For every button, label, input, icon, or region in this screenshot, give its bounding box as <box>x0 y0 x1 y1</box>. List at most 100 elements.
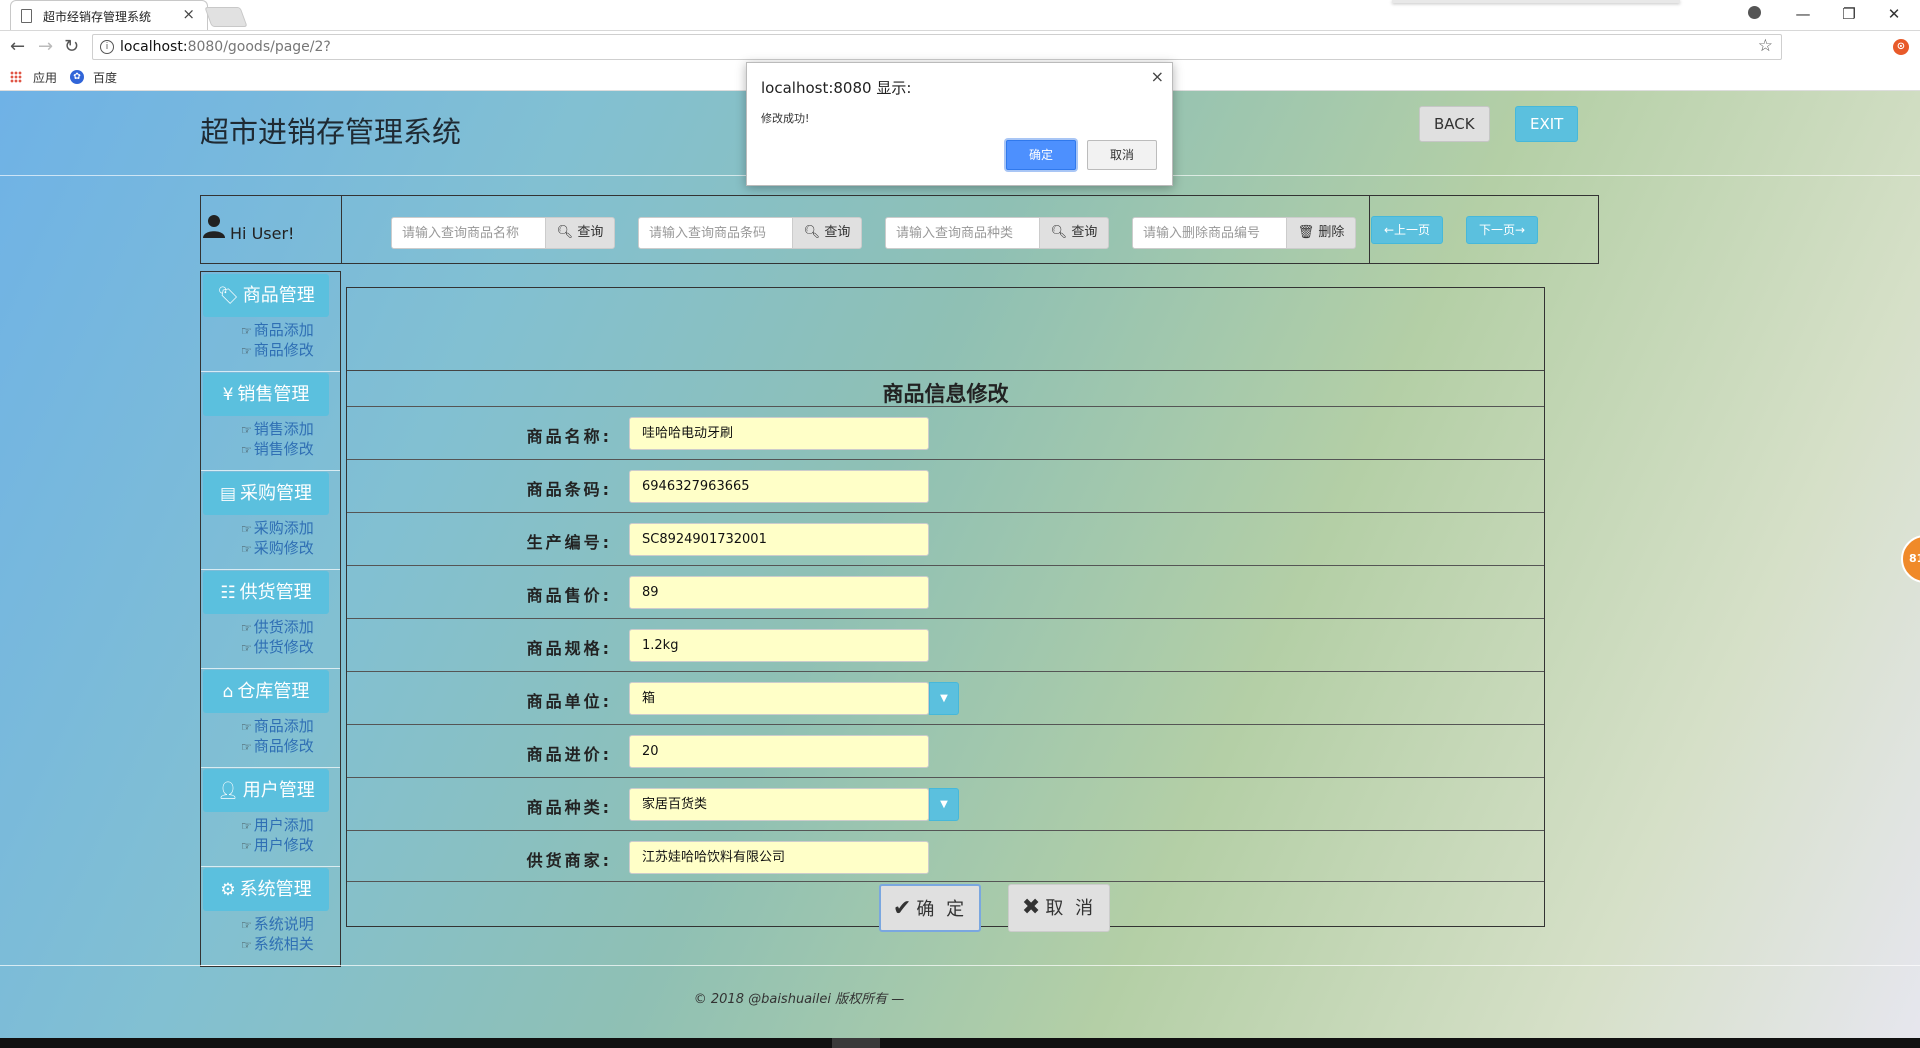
search-barcode-input[interactable] <box>638 217 793 249</box>
menu-supply[interactable]: ☷ 供货管理 <box>203 571 329 614</box>
taskbar-item[interactable] <box>832 1038 880 1048</box>
next-page-button[interactable]: 下一页→ <box>1466 216 1538 244</box>
sidebar-item-label: 商品添加 <box>253 717 314 735</box>
unit-dropdown-button[interactable]: ▼ <box>929 682 959 715</box>
production-no-field[interactable]: SC8924901732001 <box>629 523 929 556</box>
forward-arrow-icon[interactable]: → <box>38 37 53 57</box>
confirm-button[interactable]: ✔ 确 定 <box>879 884 981 932</box>
footer-copyright: © 2018 @baishuailei 版权所有 — <box>693 992 905 1007</box>
search-category-input[interactable] <box>885 217 1040 249</box>
supplier-field[interactable]: 江苏娃哈哈饮料有限公司 <box>629 841 929 874</box>
hand-right-icon: ☞ <box>241 938 252 952</box>
menu-sales[interactable]: ¥ 销售管理 <box>203 373 329 416</box>
profile-icon[interactable] <box>1748 6 1761 19</box>
goods-name-field[interactable]: 哇哈哈电动牙刷 <box>629 417 929 450</box>
th-list-icon: ☷ <box>220 583 236 603</box>
cancel-button[interactable]: ✖ 取 消 <box>1008 884 1110 932</box>
form-row-supplier: 供货商家: 江苏娃哈哈饮料有限公司 <box>347 830 1544 884</box>
hand-right-icon: ☞ <box>241 542 252 556</box>
url-field[interactable]: i localhost:8080/goods/page/2? ☆ <box>92 34 1782 60</box>
hand-right-icon: ☞ <box>241 839 252 853</box>
category-dropdown-button[interactable]: ▼ <box>929 788 959 821</box>
menu-system[interactable]: ⚙ 系统管理 <box>203 868 329 911</box>
baidu-icon[interactable]: ✿ <box>70 70 84 84</box>
hand-right-icon: ☞ <box>241 443 252 457</box>
search-name-input[interactable] <box>391 217 546 249</box>
category-select[interactable]: 家居百货类 <box>629 788 929 821</box>
search-barcode-button[interactable]: 🔍︎ 查询 <box>792 217 862 249</box>
dialog-close-icon[interactable]: × <box>1151 67 1164 86</box>
sidebar-item-warehouse-edit[interactable]: ☞ 商品修改 <box>241 737 314 756</box>
form-row-production-no: 生产编号: SC8924901732001 <box>347 512 1544 566</box>
hand-right-icon: ☞ <box>241 423 252 437</box>
menu-goods[interactable]: 🏷︎ 商品管理 <box>203 274 329 317</box>
sidebar-item-users-edit[interactable]: ☞ 用户修改 <box>241 836 314 855</box>
sidebar-item-label: 销售修改 <box>253 440 314 458</box>
menu-purchase[interactable]: ▤ 采购管理 <box>203 472 329 515</box>
info-icon[interactable]: i <box>100 40 114 54</box>
field-label: 商品单位: <box>526 692 612 711</box>
close-window-button[interactable]: ✕ <box>1879 4 1909 24</box>
sidebar-item-warehouse-add[interactable]: ☞ 商品添加 <box>241 717 314 736</box>
url-text: localhost:8080/goods/page/2? <box>120 39 331 55</box>
tab-close-icon[interactable]: × <box>182 6 195 22</box>
exit-button[interactable]: EXIT <box>1515 106 1579 142</box>
minimize-button[interactable]: — <box>1788 4 1818 24</box>
goods-barcode-field[interactable]: 6946327963665 <box>629 470 929 503</box>
user-icon: 👤︎ <box>217 781 239 801</box>
extension-icon[interactable]: ⊙ <box>1893 39 1909 55</box>
delete-id-input[interactable] <box>1132 217 1287 249</box>
menu-users-label: 用户管理 <box>242 780 315 801</box>
sidebar-item-label: 供货添加 <box>253 618 314 636</box>
sidebar-item-supply-edit[interactable]: ☞ 供货修改 <box>241 638 314 657</box>
menu-warehouse[interactable]: ⌂ 仓库管理 <box>203 670 329 713</box>
check-icon: ✔ <box>892 896 915 921</box>
browser-tab[interactable]: 超市经销存管理系统 × <box>10 0 208 30</box>
dialog-ok-button[interactable]: 确定 <box>1006 140 1076 170</box>
sidebar-item-system-about[interactable]: ☞ 系统说明 <box>241 915 314 934</box>
floating-badge[interactable]: 81 <box>1901 535 1920 583</box>
search-icon: 🔍︎ <box>556 225 574 240</box>
bookmark-baidu[interactable]: 百度 <box>93 69 117 86</box>
hand-right-icon: ☞ <box>241 720 252 734</box>
sidebar-item-label: 采购添加 <box>253 519 314 537</box>
sidebar-item-purchase-edit[interactable]: ☞ 采购修改 <box>241 539 314 558</box>
reload-icon[interactable]: ↻ <box>64 37 79 57</box>
back-button[interactable]: BACK <box>1419 106 1490 142</box>
sidebar-item-sales-add[interactable]: ☞ 销售添加 <box>241 420 314 439</box>
unit-select[interactable]: 箱 <box>629 682 929 715</box>
home-icon: ⌂ <box>222 682 234 702</box>
menu-users[interactable]: 👤︎ 用户管理 <box>203 769 329 812</box>
dialog-cancel-button[interactable]: 取消 <box>1087 140 1157 170</box>
back-arrow-icon[interactable]: ← <box>10 37 25 57</box>
sidebar-item-goods-edit[interactable]: ☞ 商品修改 <box>241 341 314 360</box>
sidebar-item-label: 商品修改 <box>253 737 314 755</box>
goods-edit-panel: 商品信息修改 商品名称: 哇哈哈电动牙刷 商品条码: 6946327963665… <box>346 287 1545 932</box>
bookmark-star-icon[interactable]: ☆ <box>1758 36 1773 56</box>
form-row-spec: 商品规格: 1.2kg <box>347 618 1544 672</box>
sidebar-item-goods-add[interactable]: ☞ 商品添加 <box>241 321 314 340</box>
sale-price-field[interactable]: 89 <box>629 576 929 609</box>
yen-icon: ¥ <box>222 385 234 405</box>
sidebar: 🏷︎ 商品管理 ☞ 商品添加 ☞ 商品修改 ¥ 销售管理 ☞ 销售添加 ☞ 销售修改 ▤ 采购… <box>200 271 341 967</box>
apps-icon[interactable] <box>10 71 22 83</box>
prev-page-button[interactable]: ←上一页 <box>1371 216 1443 244</box>
sidebar-item-users-add[interactable]: ☞ 用户添加 <box>241 816 314 835</box>
form-row-cost: 商品进价: 20 <box>347 724 1544 778</box>
alert-dialog: localhost:8080 显示: × 修改成功! 确定 取消 <box>746 62 1173 186</box>
purchase-price-field[interactable]: 20 <box>629 735 929 768</box>
delete-button[interactable]: 🗑︎ 删除 <box>1286 217 1356 249</box>
arrow-left-icon: ← <box>1383 223 1395 237</box>
bookmark-apps[interactable]: 应用 <box>33 69 57 86</box>
menu-group-warehouse: ⌂ 仓库管理 ☞ 商品添加 ☞ 商品修改 <box>201 668 340 768</box>
restore-button[interactable]: ❐ <box>1834 4 1864 24</box>
sidebar-item-sales-edit[interactable]: ☞ 销售修改 <box>241 440 314 459</box>
form-row-name: 商品名称: 哇哈哈电动牙刷 <box>347 406 1544 460</box>
search-name-button[interactable]: 🔍︎ 查询 <box>545 217 615 249</box>
spec-field[interactable]: 1.2kg <box>629 629 929 662</box>
new-tab-button[interactable] <box>204 7 248 27</box>
sidebar-item-supply-add[interactable]: ☞ 供货添加 <box>241 618 314 637</box>
sidebar-item-system-related[interactable]: ☞ 系统相关 <box>241 935 314 954</box>
sidebar-item-purchase-add[interactable]: ☞ 采购添加 <box>241 519 314 538</box>
search-category-button[interactable]: 🔍︎ 查询 <box>1039 217 1109 249</box>
